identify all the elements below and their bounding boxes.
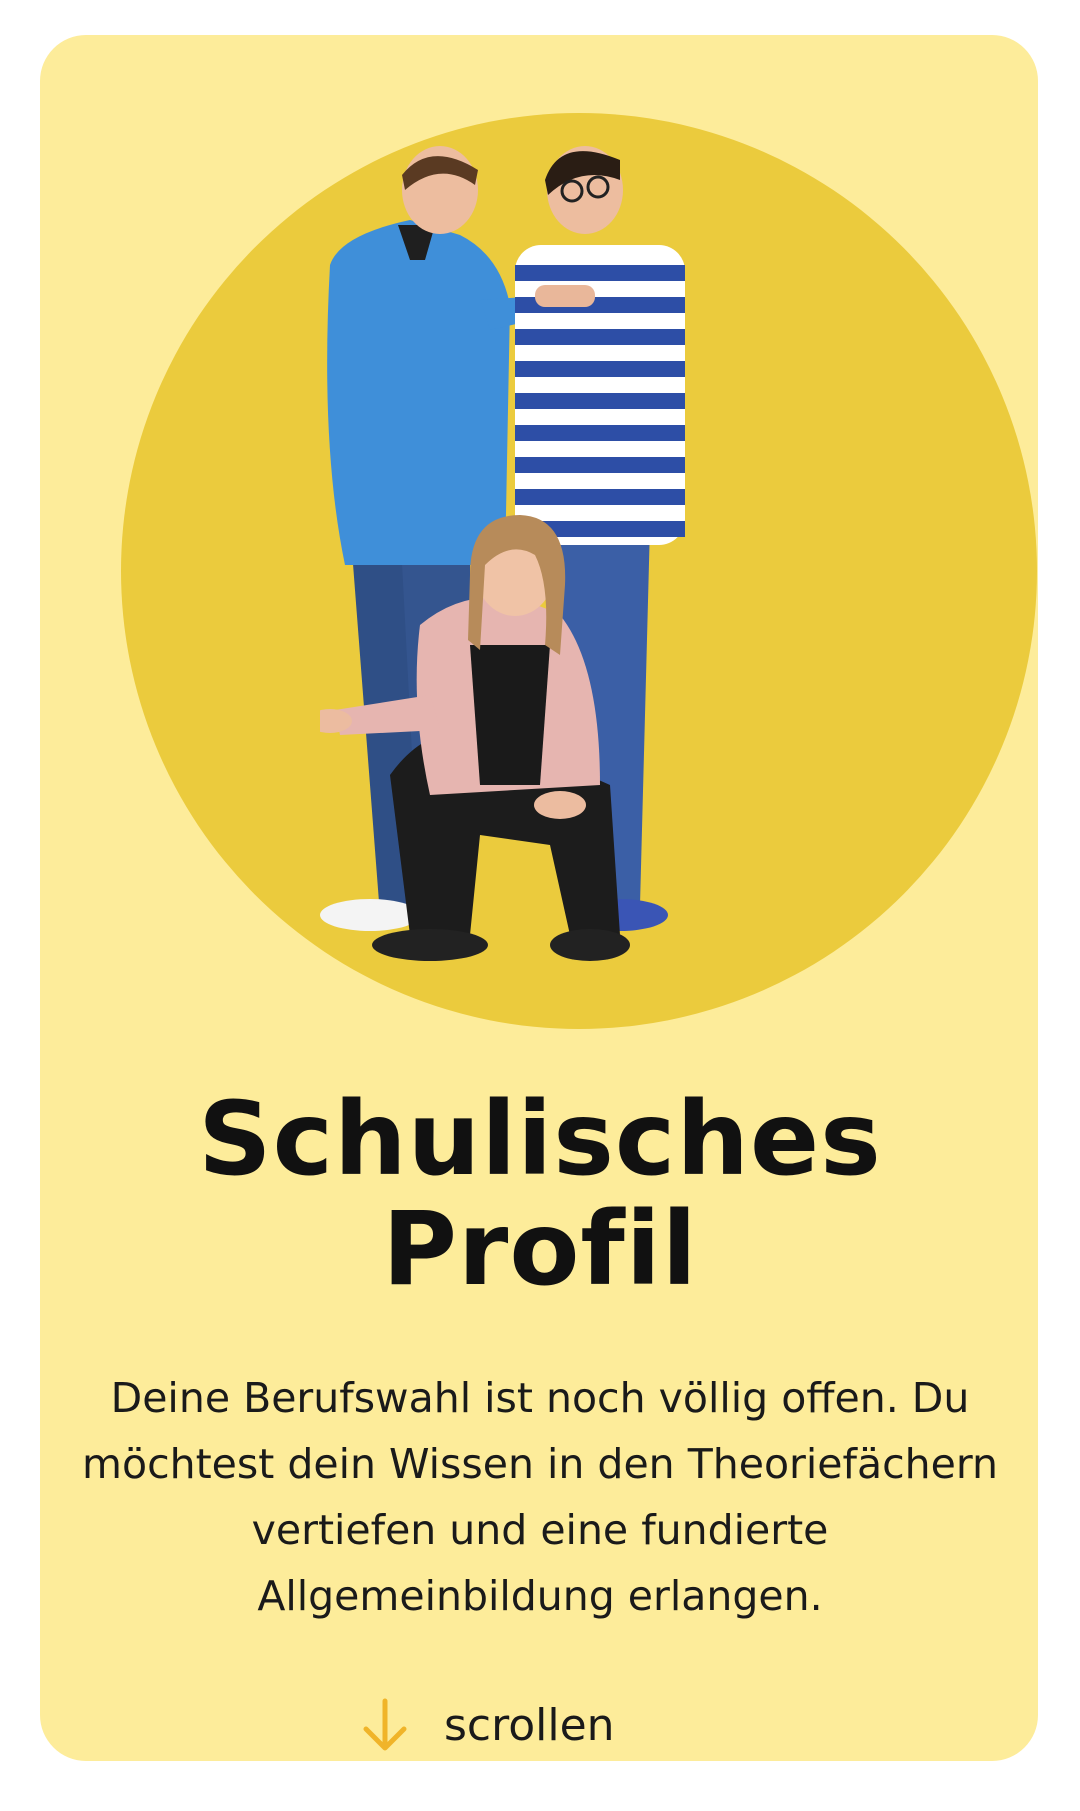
scroll-label: scrollen xyxy=(444,1699,615,1751)
title-line-2: Profil xyxy=(382,1190,698,1309)
page-title: Schulisches Profil xyxy=(40,1085,1038,1305)
profile-description: Deine Berufswahl ist noch völlig offen. … xyxy=(82,1374,998,1620)
students-photo xyxy=(320,146,685,961)
title-line-1: Schulisches xyxy=(198,1080,882,1199)
arrow-down-icon xyxy=(363,1698,407,1751)
profile-card: Schulisches Profil Deine Berufswahl ist … xyxy=(40,35,1038,1761)
scroll-down-button[interactable]: scrollen xyxy=(360,1685,720,1761)
